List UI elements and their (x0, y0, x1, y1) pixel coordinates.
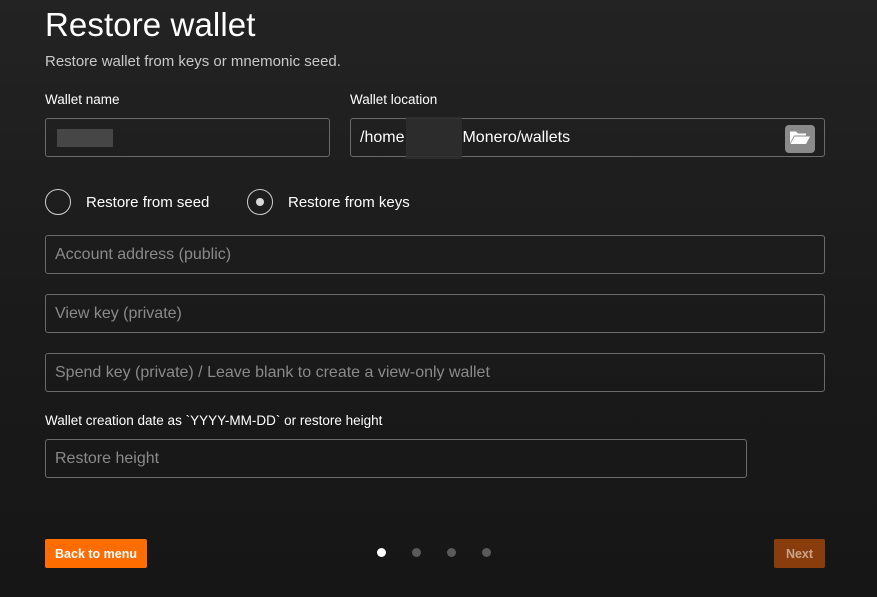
view-key-input[interactable]: View key (private) (45, 294, 825, 333)
radio-label-keys: Restore from keys (288, 193, 410, 211)
account-address-input[interactable]: Account address (public) (45, 235, 825, 274)
wizard-page-indicator (377, 548, 517, 557)
next-button[interactable]: Next (774, 539, 825, 568)
page-dot-2 (412, 548, 421, 557)
radio-circle-seed[interactable] (45, 189, 71, 215)
wallet-location-input[interactable]: /home Monero/wallets (350, 116, 825, 159)
wallet-name-label: Wallet name (45, 92, 120, 107)
spend-key-input[interactable]: Spend key (private) / Leave blank to cre… (45, 353, 825, 392)
restore-height-label: Wallet creation date as `YYYY-MM-DD` or … (45, 413, 383, 428)
redacted-wallet-name (57, 128, 113, 147)
wallet-location-suffix: Monero/wallets (462, 128, 571, 146)
restore-wallet-page: Restore wallet Restore wallet from keys … (0, 0, 877, 597)
radio-circle-keys[interactable] (247, 189, 273, 215)
wallet-location-label: Wallet location (350, 92, 438, 107)
folder-open-icon (789, 129, 811, 150)
radio-selected-dot (256, 198, 264, 206)
radio-restore-from-seed[interactable]: Restore from seed (45, 189, 209, 215)
wallet-location-prefix: /home (360, 128, 405, 146)
restore-height-input[interactable]: Restore height (45, 439, 747, 478)
browse-folder-button[interactable] (785, 125, 815, 153)
radio-restore-from-keys[interactable]: Restore from keys (247, 189, 410, 215)
restore-height-placeholder: Restore height (55, 449, 160, 467)
redacted-path-segment (406, 116, 463, 159)
back-to-menu-button[interactable]: Back to menu (45, 539, 147, 568)
account-address-placeholder: Account address (public) (55, 245, 232, 263)
view-key-placeholder: View key (private) (55, 304, 182, 322)
page-subtitle: Restore wallet from keys or mnemonic see… (45, 53, 341, 70)
spend-key-placeholder: Spend key (private) / Leave blank to cre… (55, 363, 490, 381)
wallet-name-input[interactable] (45, 118, 330, 157)
page-dot-1 (377, 548, 386, 557)
page-title: Restore wallet (45, 6, 256, 43)
page-dot-4 (482, 548, 491, 557)
radio-label-seed: Restore from seed (86, 193, 210, 211)
page-dot-3 (447, 548, 456, 557)
